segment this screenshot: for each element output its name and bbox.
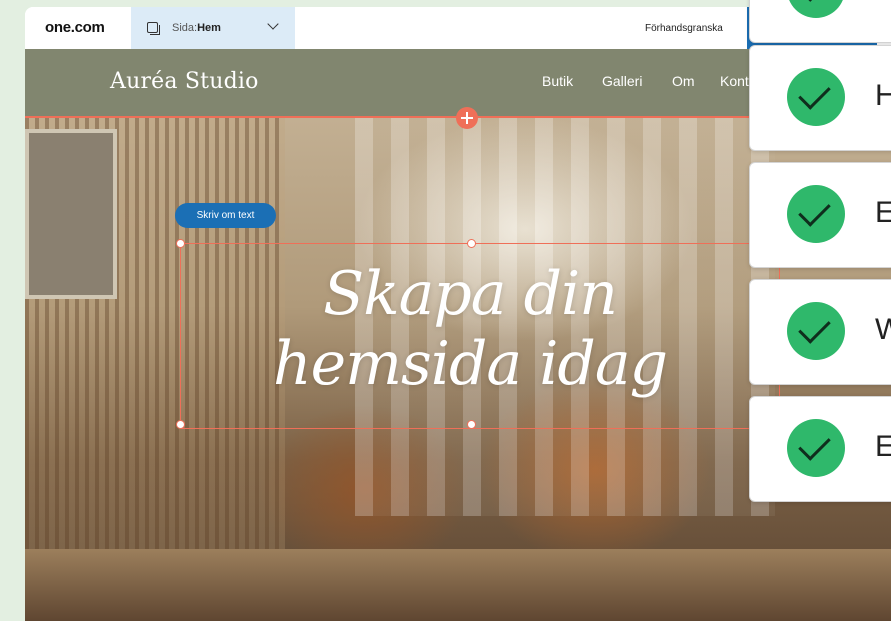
page-select-dropdown[interactable]: Sida:Hem [131, 7, 295, 49]
checklist-item-text: E [875, 430, 891, 463]
headline-line-1: Skapa din [323, 259, 618, 329]
wall-art-frame [25, 129, 117, 299]
one-com-logo: one.com [45, 19, 105, 36]
checklist-item: E [749, 396, 891, 502]
nav-link-om[interactable]: Om [672, 73, 695, 89]
page-select-prefix: Sida: [172, 22, 198, 34]
checklist-item-text: E [875, 196, 891, 229]
page-select-value: Hem [197, 22, 221, 34]
resize-handle-top-left[interactable] [176, 239, 185, 248]
checklist-item [749, 0, 891, 43]
rewrite-text-button[interactable]: Skriv om text [175, 203, 276, 228]
check-icon [787, 185, 845, 243]
resize-handle-bottom[interactable] [467, 420, 476, 429]
nav-link-butik[interactable]: Butik [542, 73, 573, 89]
page-select-label: Sida:Hem [172, 22, 221, 34]
add-section-icon[interactable] [456, 107, 478, 129]
preview-button[interactable]: Förhandsgranska [645, 23, 723, 34]
resize-handle-top[interactable] [467, 239, 476, 248]
check-icon [787, 419, 845, 477]
resize-handle-bottom-left[interactable] [176, 420, 185, 429]
checklist-item-text: H [875, 79, 891, 112]
checklist-item: H [749, 45, 891, 151]
check-icon [787, 0, 845, 18]
checklist-item: W [749, 279, 891, 385]
site-brand[interactable]: Auréa Studio [110, 69, 259, 94]
nav-link-galleri[interactable]: Galleri [602, 73, 642, 89]
checklist-panel: H E W E [749, 0, 891, 621]
chevron-down-icon [267, 18, 279, 30]
page-icon [147, 22, 160, 35]
checklist-item: E [749, 162, 891, 268]
hero-headline[interactable]: Skapa din hemsida idag [180, 259, 760, 399]
headline-line-2: hemsida idag [272, 329, 668, 399]
check-icon [787, 302, 845, 360]
nav-link-kontakt[interactable]: Kont [720, 73, 749, 89]
checklist-item-text: W [875, 313, 891, 346]
check-icon [787, 68, 845, 126]
